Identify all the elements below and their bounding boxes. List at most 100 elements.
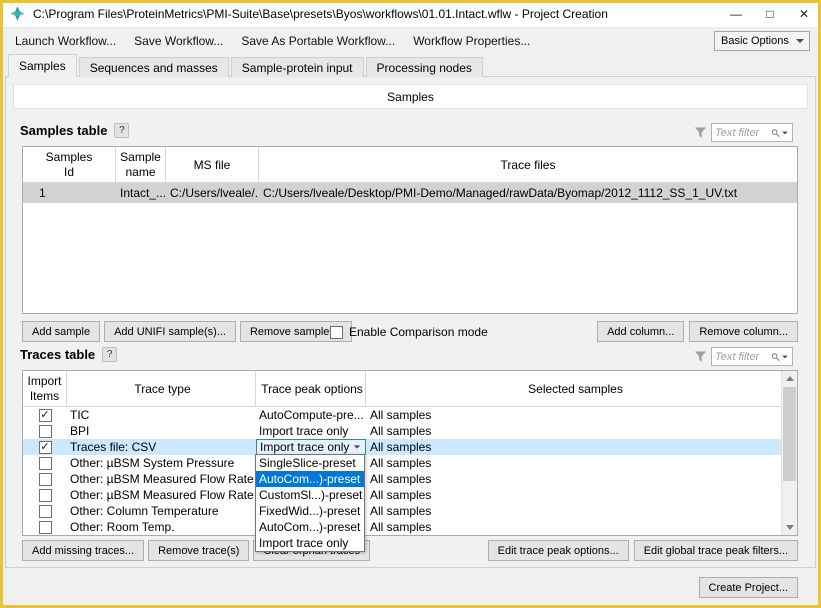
remove-traces-button[interactable]: Remove trace(s) (148, 540, 250, 561)
tab-sample-protein-input[interactable]: Sample-protein input (230, 57, 364, 77)
column-header-ms-file[interactable]: MS file (166, 147, 259, 182)
minimize-button[interactable]: — (719, 0, 753, 27)
chevron-down-icon[interactable] (782, 131, 788, 134)
tab-bar: Samples Sequences and masses Sample-prot… (8, 54, 485, 77)
tab-sequences-and-masses[interactable]: Sequences and masses (78, 57, 229, 77)
trace-row[interactable]: Other: µBSM Measured Flow Rate A All sam… (23, 471, 781, 487)
trace-peak-cell[interactable]: AutoCompute-pre... (256, 407, 366, 423)
dropdown-item[interactable]: AutoCom...)-preset (256, 471, 364, 487)
import-checkbox[interactable] (38, 504, 52, 518)
close-button[interactable]: ✕ (787, 0, 821, 27)
add-missing-traces-button[interactable]: Add missing traces... (22, 540, 145, 561)
chevron-down-icon[interactable] (782, 355, 788, 358)
tab-samples[interactable]: Samples (8, 54, 77, 77)
edit-trace-peak-options-button[interactable]: Edit trace peak options... (487, 540, 629, 561)
footer: Create Project... (698, 577, 798, 598)
samples-table-header: Samples Id Sample name MS file Trace fil… (23, 147, 797, 183)
maximize-button[interactable]: □ (753, 0, 787, 27)
chevron-down-icon (796, 39, 804, 43)
help-icon[interactable]: ? (114, 123, 130, 138)
filter-funnel-icon (695, 351, 706, 362)
import-checkbox[interactable] (38, 440, 52, 454)
traces-filter-input[interactable] (715, 350, 771, 363)
import-checkbox[interactable] (38, 424, 52, 438)
column-header-sample-name[interactable]: Sample name (116, 147, 166, 182)
trace-row[interactable]: Other: µBSM System Pressure All samples (23, 455, 781, 471)
column-header-trace-files[interactable]: Trace files (259, 147, 797, 182)
scroll-up-icon[interactable] (782, 371, 797, 386)
help-icon[interactable]: ? (102, 347, 118, 362)
column-header-trace-peak-options[interactable]: Trace peak options (256, 371, 366, 406)
dropdown-item[interactable]: CustomSl...)-preset (256, 487, 364, 503)
trace-row[interactable]: Other: Column Temperature All samples (23, 503, 781, 519)
tab-processing-nodes[interactable]: Processing nodes (365, 57, 483, 77)
edit-global-trace-peak-filters-button[interactable]: Edit global trace peak filters... (633, 540, 798, 561)
import-checkbox[interactable] (38, 472, 52, 486)
save-as-portable-workflow-button[interactable]: Save As Portable Workflow... (232, 31, 404, 51)
trace-row-selected[interactable]: Traces file: CSV Import trace only All s… (23, 439, 781, 455)
import-checkbox[interactable] (38, 456, 52, 470)
samples-table-title: Samples table (20, 123, 108, 138)
traces-filter-group (694, 347, 793, 366)
samples-table: Samples Id Sample name MS file Trace fil… (22, 146, 798, 314)
column-header-samples-id[interactable]: Samples Id (23, 147, 116, 182)
launch-workflow-button[interactable]: Launch Workflow... (6, 31, 125, 51)
create-project-button[interactable]: Create Project... (698, 577, 798, 598)
add-sample-button[interactable]: Add sample (22, 321, 101, 342)
import-checkbox[interactable] (38, 488, 52, 502)
trace-peak-combobox[interactable]: Import trace only (256, 439, 366, 455)
samples-filter-input[interactable] (715, 126, 771, 139)
dropdown-item[interactable]: SingleSlice-preset (256, 455, 364, 471)
page-title: Samples (13, 84, 808, 109)
search-icon (771, 352, 780, 361)
import-checkbox[interactable] (38, 408, 52, 422)
table-row[interactable]: 1 Intact_... C:/Users/lveale/... C:/User… (23, 183, 797, 203)
sample-name-cell: Intact_... (120, 186, 166, 200)
trace-row[interactable]: TIC AutoCompute-pre... All samples (23, 407, 781, 423)
column-header-selected-samples[interactable]: Selected samples (366, 371, 781, 406)
scroll-down-icon[interactable] (782, 520, 797, 535)
remove-column-button[interactable]: Remove column... (689, 321, 798, 342)
dropdown-item[interactable]: Import trace only (256, 535, 364, 551)
selected-samples-cell[interactable]: All samples (366, 423, 781, 439)
selected-samples-cell[interactable]: All samples (366, 471, 781, 487)
dropdown-item[interactable]: FixedWid...)-preset (256, 503, 364, 519)
vertical-scrollbar[interactable] (781, 371, 797, 535)
column-header-trace-type[interactable]: Trace type (67, 371, 256, 406)
column-header-label: Trace type (134, 381, 191, 396)
workflow-properties-button[interactable]: Workflow Properties... (404, 31, 539, 51)
trace-peak-cell[interactable]: Import trace only (256, 423, 366, 439)
basic-options-combobox[interactable]: Basic Options (714, 31, 810, 51)
selected-samples-cell[interactable]: All samples (366, 519, 781, 535)
trace-files-cell: C:/Users/lveale/Desktop/PMI-Demo/Managed… (263, 186, 738, 200)
add-unifi-samples-button[interactable]: Add UNIFI sample(s)... (104, 321, 236, 342)
scrollbar-thumb[interactable] (783, 387, 796, 481)
trace-type-cell: TIC (70, 408, 90, 422)
traces-table-header: Import Items Trace type Trace peak optio… (23, 371, 781, 407)
selected-samples-cell[interactable]: All samples (366, 487, 781, 503)
trace-type-cell: Other: Room Temp. (70, 520, 175, 534)
column-header-import-items[interactable]: Import Items (23, 371, 67, 406)
import-checkbox[interactable] (38, 520, 52, 534)
chevron-down-icon[interactable] (353, 445, 361, 449)
trace-type-cell: Traces file: CSV (70, 440, 157, 454)
trace-row[interactable]: BPI Import trace only All samples (23, 423, 781, 439)
add-column-button[interactable]: Add column... (597, 321, 685, 342)
trace-row[interactable]: Other: µBSM Measured Flow Rate B All sam… (23, 487, 781, 503)
samples-table-section-header: Samples table ? (20, 123, 130, 138)
trace-type-cell: Other: Column Temperature (70, 504, 219, 518)
selected-samples-cell[interactable]: All samples (366, 439, 781, 455)
traces-table: Import Items Trace type Trace peak optio… (22, 370, 798, 536)
selected-samples-cell[interactable]: All samples (366, 407, 781, 423)
samples-text-filter (711, 123, 793, 142)
column-header-label: Trace peak options (261, 381, 363, 396)
traces-table-title: Traces table (20, 347, 96, 362)
selected-samples-cell[interactable]: All samples (366, 503, 781, 519)
selected-samples-cell[interactable]: All samples (366, 455, 781, 471)
trace-row[interactable]: Other: Room Temp. All samples (23, 519, 781, 535)
app-icon (10, 6, 25, 21)
dropdown-item[interactable]: AutoCom...)-preset (256, 519, 364, 535)
column-header-label: Trace files (500, 157, 556, 172)
save-workflow-button[interactable]: Save Workflow... (125, 31, 232, 51)
enable-comparison-mode-checkbox[interactable] (330, 325, 343, 339)
